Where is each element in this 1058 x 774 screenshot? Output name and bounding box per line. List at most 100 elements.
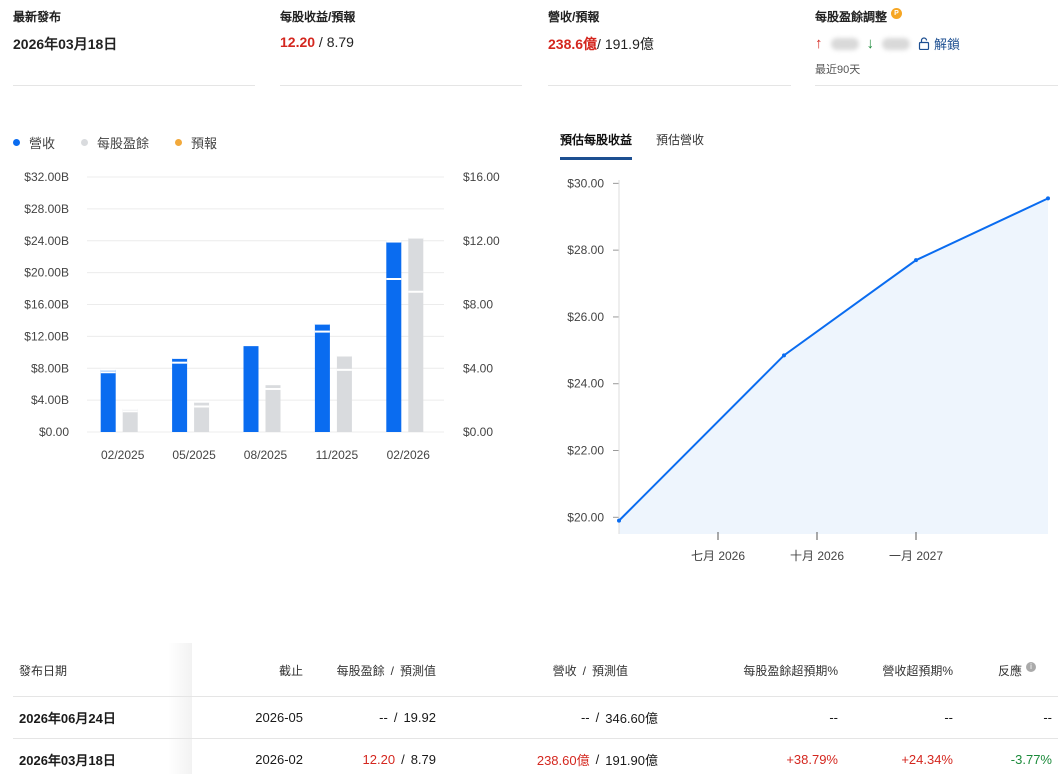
- row-revenue-actual: 238.60億: [536, 753, 590, 768]
- row-eps-forecast: 19.92: [403, 710, 436, 725]
- revisions-row: ↑ ↓ 解鎖: [815, 34, 1058, 53]
- legend-dot-icon: [81, 139, 89, 146]
- bar: [243, 344, 259, 432]
- eps-revisions-title: 每股盈餘調整: [815, 10, 888, 24]
- row-revenue-forecast: 191.90億: [605, 753, 658, 768]
- right-axis-tick-label: $4.00: [463, 361, 493, 375]
- y-axis-tick-label: $22.00: [567, 444, 604, 458]
- row-eps: 12.20 / 8.79: [363, 739, 436, 774]
- table-row[interactable]: 2026年06月24日 2026-05 --/19.92 --/346.60億 …: [13, 697, 1058, 739]
- revenue-value: 238.6億/ 191.9億: [548, 34, 791, 54]
- unlock-button[interactable]: 解鎖: [918, 34, 960, 53]
- row-period-end: 2026-02: [255, 752, 303, 767]
- tab-revenue-forecast[interactable]: 預估營收: [656, 131, 704, 160]
- left-axis-tick-label: $24.00B: [24, 234, 69, 248]
- row-revenue-surprise: +24.34%: [901, 752, 953, 767]
- x-axis-tick-label: 十月 2026: [790, 549, 844, 563]
- row-sep: /: [595, 752, 600, 767]
- header-revenue[interactable]: 營收 / 預測值: [553, 645, 628, 696]
- bar: [122, 408, 138, 432]
- x-axis-tick-label: 05/2025: [172, 448, 216, 460]
- eps-forecast-area-chart: $20.00 $22.00 $24.00 $26.00 $28.00 $30.00 七月 2…: [567, 176, 1050, 563]
- row-date: 2026年03月18日: [19, 753, 116, 768]
- row-revenue-forecast: 346.60億: [605, 711, 658, 726]
- tab-eps-forecast[interactable]: 預估每股收益: [560, 131, 633, 160]
- bar: [100, 369, 116, 432]
- eps-card: 每股收益/預報 12.20 / 8.79: [280, 8, 522, 86]
- area-fill: [619, 198, 1048, 534]
- left-axis-tick-label: $12.00B: [24, 329, 69, 343]
- left-axis-tick-label: $28.00B: [24, 202, 69, 216]
- data-point: [1046, 196, 1050, 201]
- x-axis-tick-label: 11/2025: [316, 448, 359, 460]
- eps-revisions-label: 每股盈餘調整 P: [815, 8, 1058, 25]
- header-release-date[interactable]: 發布日期: [19, 645, 67, 696]
- left-axis-tick-label: $4.00B: [31, 393, 69, 407]
- bar: [336, 355, 352, 432]
- right-axis-tick-label: $12.00: [463, 234, 500, 248]
- legend-dot-icon: [13, 139, 20, 146]
- row-eps-surprise: +38.79%: [786, 752, 838, 767]
- row-revenue: 238.60億 / 191.90億: [537, 739, 658, 774]
- right-axis-tick-label: $8.00: [463, 298, 493, 312]
- eps-revisions-card: 每股盈餘調整 P ↑ ↓ 解鎖 最近90天: [815, 8, 1058, 86]
- x-axis-tick-label: 七月 2026: [691, 549, 745, 563]
- row-reaction: -3.77%: [1010, 752, 1052, 767]
- row-eps-actual: --: [379, 710, 388, 725]
- row-eps: -- / 19.92: [379, 697, 436, 738]
- bar: [172, 357, 188, 432]
- revisions-period: 最近90天: [815, 64, 861, 76]
- header-period-end[interactable]: 截止: [279, 645, 303, 696]
- eps-separator: /: [315, 34, 327, 50]
- row-eps-actual: 12.20: [362, 752, 396, 767]
- row-eps-forecast: 8.79: [410, 752, 436, 767]
- header-revenue-surprise[interactable]: 營收超預期%: [882, 645, 953, 696]
- legend-dot-icon: [175, 139, 183, 146]
- earnings-history-table: 發布日期 截止 每股盈餘 / 預測值 營收 / 預測值 每股盈餘超預期% 營收超預期% …: [13, 645, 1058, 774]
- header-reaction[interactable]: 反應 i: [998, 645, 1036, 696]
- arrow-down-icon: ↓: [866, 35, 875, 52]
- y-axis-tick-label: $30.00: [567, 176, 604, 190]
- revenue-forecast: 191.9億: [604, 36, 654, 52]
- header-eps-surprise[interactable]: 每股盈餘超預期%: [743, 645, 838, 696]
- revenue-eps-bar-chart: $0.00 $4.00B $8.00B $12.00B $16.00B $20.00B $2…: [24, 170, 500, 460]
- eps-label: 每股收益/預報: [280, 10, 356, 24]
- y-axis-tick-label: $24.00: [567, 377, 604, 391]
- lock-icon: [918, 37, 930, 50]
- right-axis-tick-label: $16.00: [463, 170, 500, 184]
- revenue-separator: /: [597, 36, 605, 52]
- y-axis-tick-label: $26.00: [567, 310, 604, 324]
- latest-release-label: 最新發布: [13, 10, 62, 24]
- revenue-label: 營收/預報: [548, 10, 600, 24]
- data-point: [617, 518, 621, 523]
- chart-legend: 營收 每股盈餘 預報: [13, 133, 217, 152]
- x-axis-tick-label: 02/2026: [387, 448, 431, 460]
- latest-release-date: 2026年03月18日: [13, 36, 118, 52]
- legend-item-forecast[interactable]: 預報: [175, 133, 217, 152]
- row-sep: /: [393, 710, 398, 725]
- revenue-actual: 238.6億: [548, 36, 598, 52]
- table-row[interactable]: 2026年03月18日 2026-02 12.20/8.79 238.60億 / 1…: [13, 739, 1058, 774]
- header-eps[interactable]: 每股盈餘 / 預測值: [337, 645, 436, 696]
- latest-release-card: 最新發布 2026年03月18日: [13, 8, 255, 86]
- eps-forecast: 8.79: [326, 34, 354, 50]
- eps-value: 12.20 / 8.79: [280, 34, 522, 50]
- bar: [314, 323, 330, 432]
- row-eps-surprise: --: [829, 710, 838, 725]
- y-axis-tick-label: $20.00: [567, 510, 604, 524]
- data-point: [782, 353, 786, 358]
- x-axis-tick-label: 一月 2027: [889, 549, 943, 563]
- left-axis-tick-label: $20.00B: [24, 266, 69, 280]
- x-axis-tick-label: 02/2025: [101, 448, 145, 460]
- row-revenue-surprise: --: [944, 710, 953, 725]
- legend-item-revenue[interactable]: 營收: [13, 133, 55, 152]
- row-sep: /: [595, 710, 600, 725]
- row-revenue: -- / 346.60億: [581, 697, 658, 738]
- forecast-tabs: 預估每股收益 預估營收: [560, 131, 704, 160]
- left-axis-tick-label: $16.00B: [24, 298, 69, 312]
- eps-actual: 12.20: [280, 34, 316, 50]
- info-icon[interactable]: i: [1026, 661, 1036, 672]
- arrow-up-icon: ↑: [815, 35, 823, 52]
- blurred-down-count: [882, 37, 910, 50]
- legend-item-eps[interactable]: 每股盈餘: [81, 133, 149, 152]
